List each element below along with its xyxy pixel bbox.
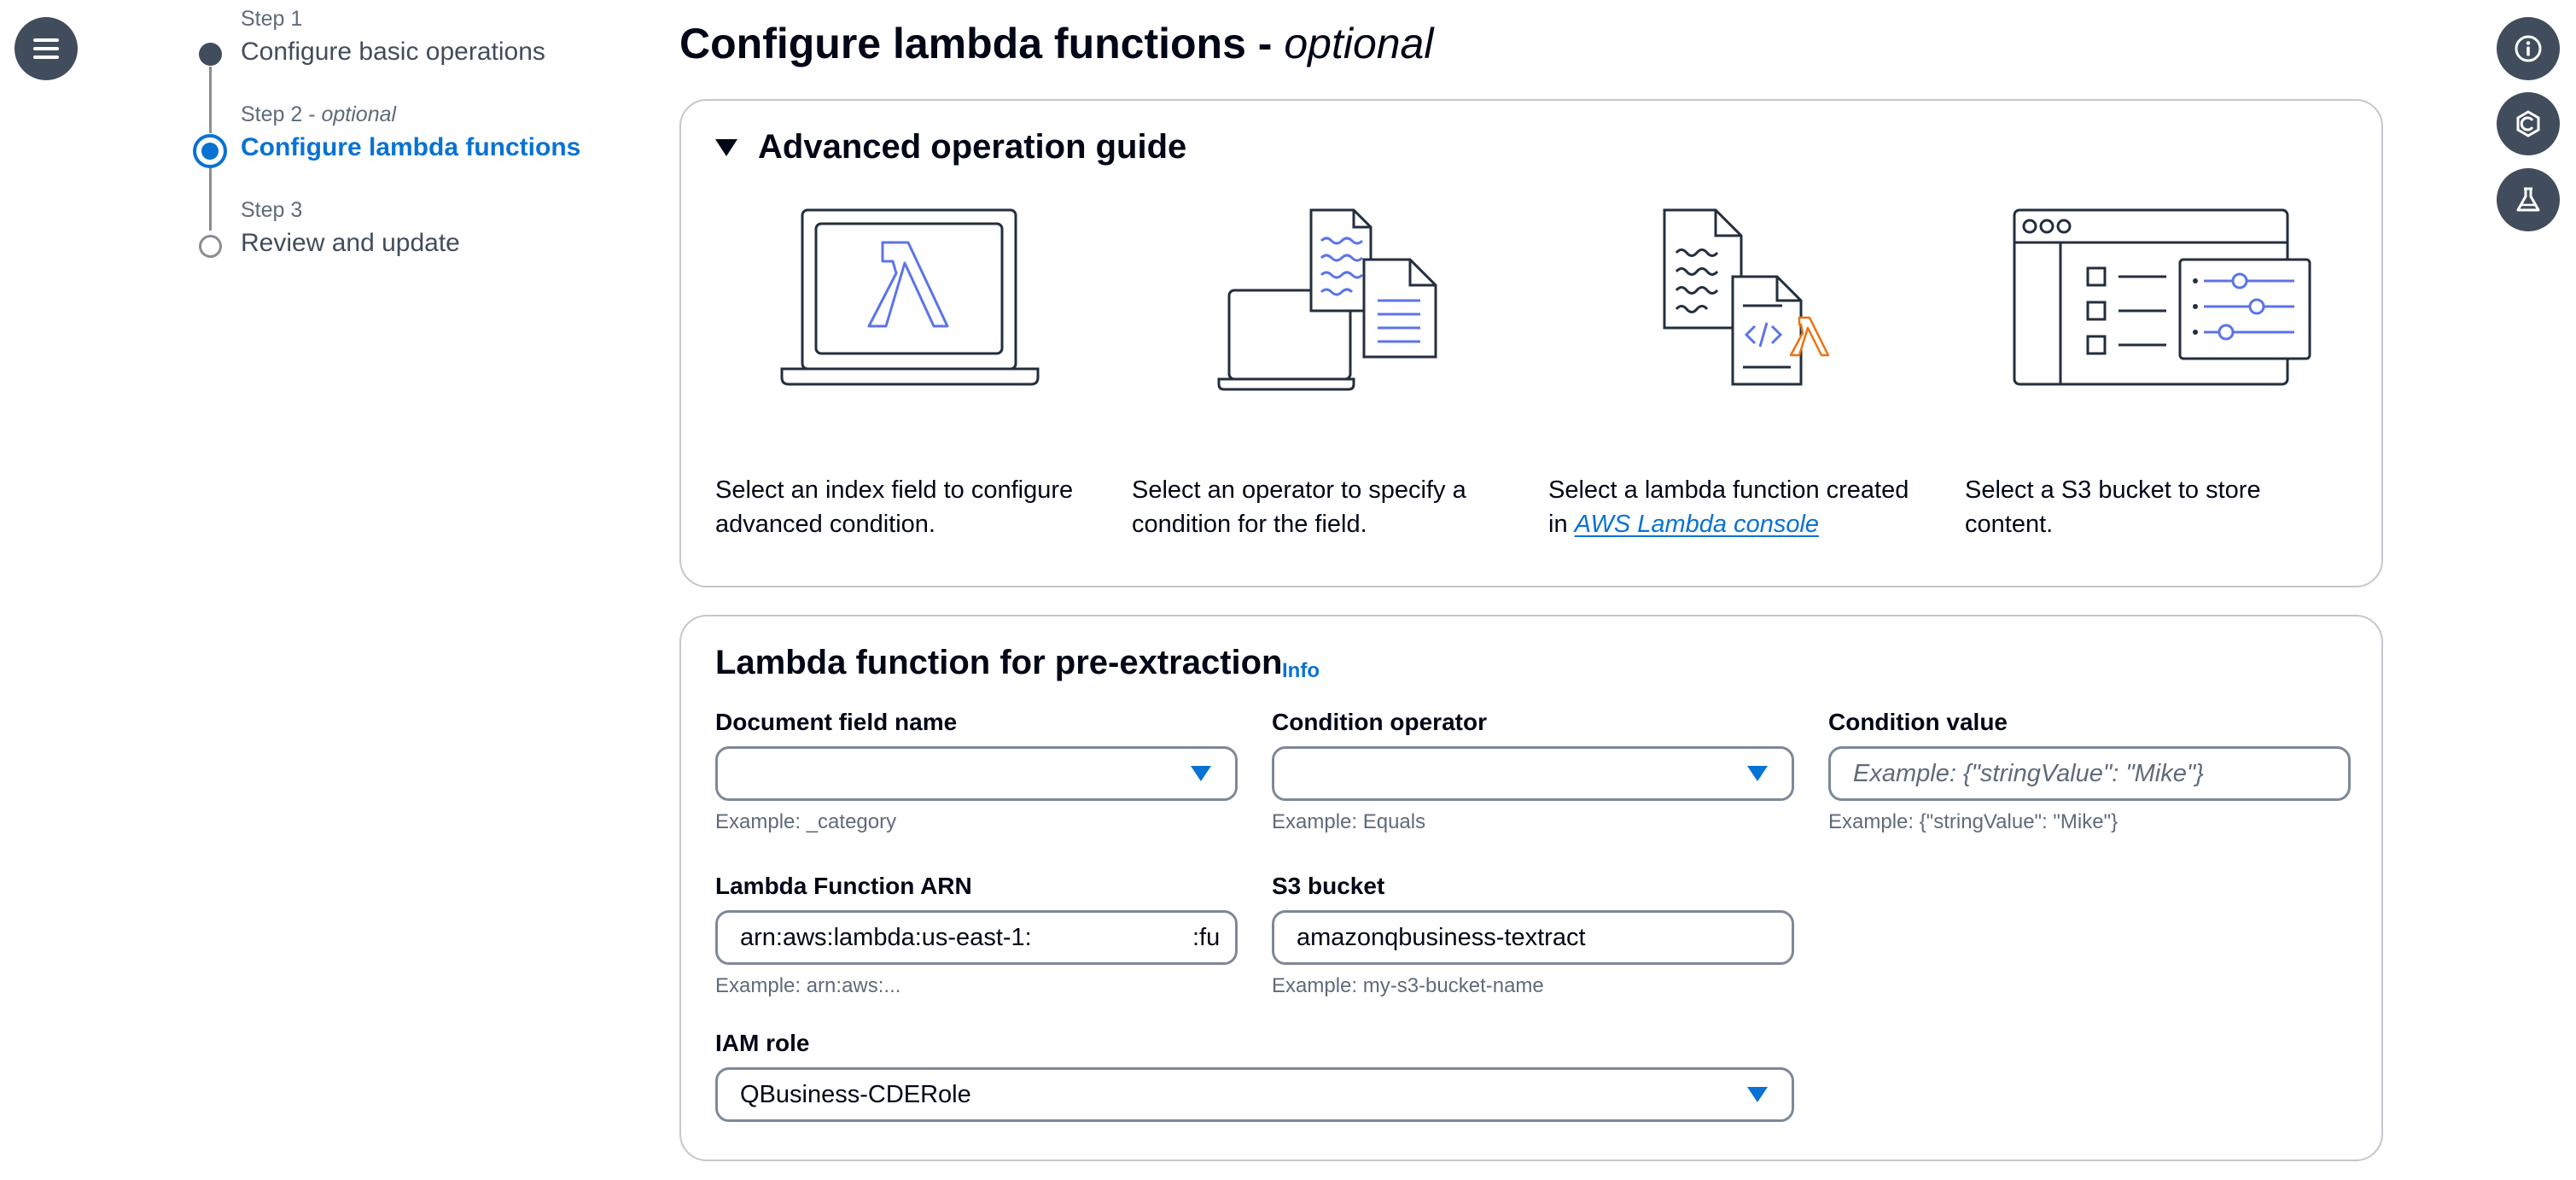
info-icon <box>2515 35 2542 62</box>
step-3-pending-dot <box>199 235 222 258</box>
guide-step-operator: Select an operator to specify a conditio… <box>1132 476 1466 538</box>
section-title: Lambda function for pre-extraction <box>715 644 1283 681</box>
step-3-label: Step 3 <box>241 198 303 222</box>
caret-down-icon <box>1191 766 1211 781</box>
guide-heading: Advanced operation guide <box>758 128 1187 166</box>
advanced-operation-guide-panel: Advanced operation guide Select an index… <box>679 99 2383 587</box>
condition-operator-hint: Example: Equals <box>1272 810 1426 833</box>
step-2-label: Step 2 - optional <box>241 102 397 126</box>
lambda-arn-input[interactable]: arn:aws:lambda:us-east-1: :fu <box>715 910 1238 965</box>
caret-down-icon <box>715 138 737 156</box>
flask-icon <box>2516 187 2540 212</box>
step-3-title: Review and update <box>241 229 460 257</box>
step-1-link[interactable]: Configure basic operations <box>241 38 545 67</box>
step-2-title: Configure lambda functions <box>241 133 581 161</box>
condition-value-hint: Example: {"stringValue": "Mike"} <box>1828 810 2118 833</box>
menu-button[interactable] <box>15 17 78 80</box>
step-1-label: Step 1 <box>241 7 303 31</box>
laptop-lambda-icon <box>780 208 1040 386</box>
code-document-lambda-icon <box>1663 208 1830 386</box>
aws-lambda-console-link[interactable]: AWS Lambda console <box>1575 511 1819 538</box>
hexagon-icon <box>2516 110 2540 137</box>
condition-value-placeholder: Example: {"stringValue": "Mike"} <box>1853 759 2204 787</box>
lambda-arn-label: Lambda Function ARN <box>715 873 972 899</box>
document-field-name-hint: Example: _category <box>715 810 897 833</box>
guide-step-index-field: Select an index field to configure advan… <box>715 476 1074 538</box>
document-field-name-select[interactable] <box>715 746 1238 801</box>
condition-value-label: Condition value <box>1828 709 2008 735</box>
s3-bucket-input[interactable]: amazonqbusiness-textract <box>1272 910 1794 965</box>
guide-expand-toggle[interactable]: Advanced operation guide <box>715 128 1186 166</box>
step-connector <box>209 67 212 133</box>
s3-bucket-hint: Example: my-s3-bucket-name <box>1272 974 1544 997</box>
page-title: Configure lambda functions - optional <box>679 20 1434 67</box>
condition-value-input[interactable]: Example: {"stringValue": "Mike"} <box>1828 746 2351 801</box>
guide-step-lambda: Select a lambda function created in AWS … <box>1548 476 1909 538</box>
s3-bucket-label: S3 bucket <box>1272 873 1385 899</box>
info-link[interactable]: Info <box>1282 659 1320 683</box>
step-connector <box>209 167 212 231</box>
iam-role-label: IAM role <box>715 1030 810 1056</box>
guide-step-s3-bucket: Select a S3 bucket to store content. <box>1965 476 2261 538</box>
caret-down-icon <box>1747 1087 1768 1102</box>
pre-extraction-lambda-panel: Lambda function for pre-extraction Info … <box>679 615 2383 1161</box>
document-field-name-label: Document field name <box>715 709 958 735</box>
caret-down-icon <box>1747 766 1768 781</box>
lambda-arn-hint: Example: arn:aws:... <box>715 974 901 997</box>
iam-role-select[interactable]: QBusiness-CDERole <box>715 1067 1794 1122</box>
hexagon-tool-button[interactable] <box>2497 92 2560 155</box>
flask-tool-button[interactable] <box>2497 168 2560 231</box>
menu-icon <box>33 38 59 59</box>
condition-operator-select[interactable] <box>1272 746 1794 801</box>
settings-window-icon <box>2013 208 2311 386</box>
step-1-completed-dot <box>199 43 222 66</box>
condition-operator-label: Condition operator <box>1272 709 1487 735</box>
computer-documents-icon <box>1217 208 1437 391</box>
step-2-active-dot <box>193 134 227 168</box>
info-panel-button[interactable] <box>2497 17 2560 80</box>
